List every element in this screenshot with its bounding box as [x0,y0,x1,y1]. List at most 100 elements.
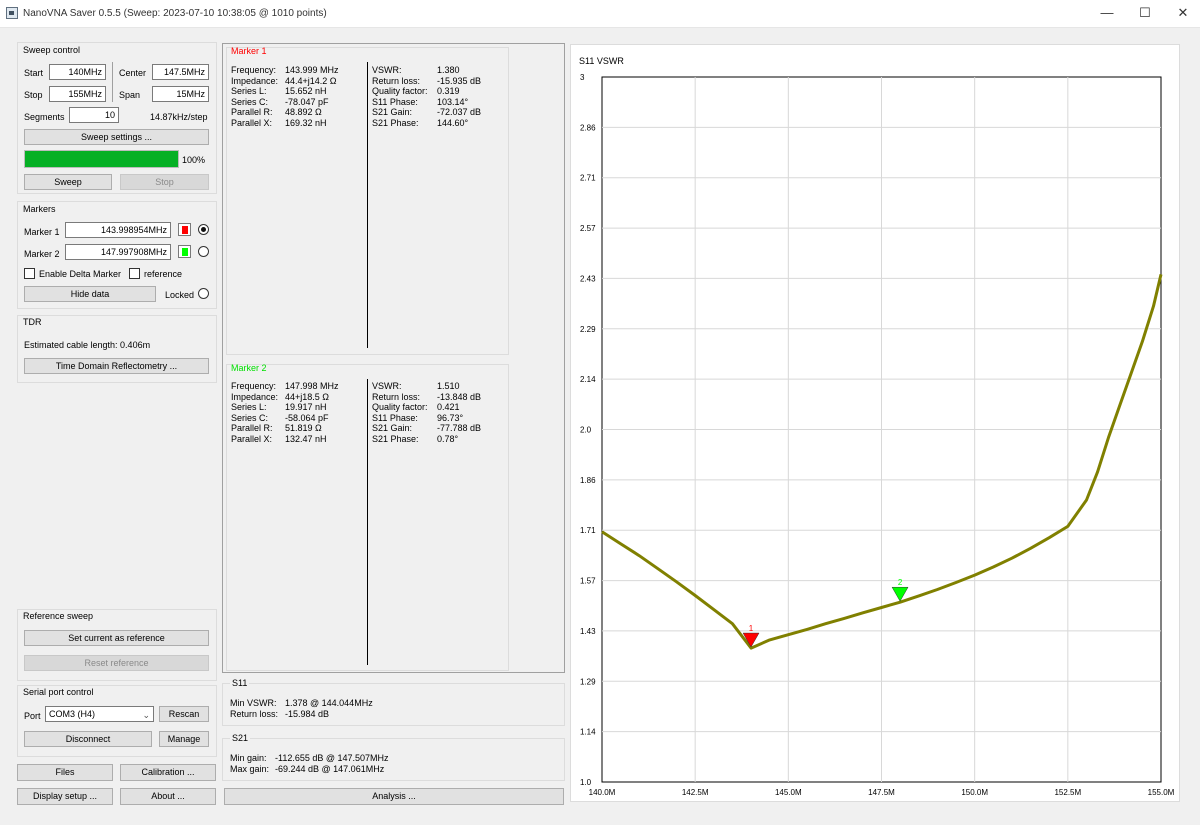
y-tick-label: 1.57 [580,577,596,586]
span-field[interactable]: 15MHz [152,86,209,102]
cable-length-text: Estimated cable length: 0.406m [24,340,151,350]
sweep-progress-text: 100% [182,155,206,165]
chevron-down-icon: ⌄ [142,710,150,720]
marker1-info-row-label: Parallel R: [231,107,273,117]
marker2-color-swatch[interactable] [178,245,191,258]
markers-title: Markers [23,204,56,214]
marker1-info-row-label: Parallel X: [231,117,273,128]
marker1-info-title: Marker 1 [231,46,267,56]
marker1-radio[interactable] [198,224,209,235]
marker1-info-row-value: 169.32 nH [285,117,327,128]
y-tick-label: 2.29 [580,325,596,334]
sweep-separator [112,62,113,102]
x-tick-label: 155.0M [1148,788,1175,797]
marker2-info-row-value: 1.510 [437,381,460,391]
marker1-info-row-label: Frequency: [231,65,277,75]
delta-marker-checkbox[interactable] [24,268,35,279]
marker1-info-row-value: -15.935 dB [437,75,482,86]
sweep-progress-bar [24,150,179,168]
marker1-info-row-label: S21 Phase: [372,117,419,128]
y-tick-label: 1.86 [580,476,596,485]
sweep-settings-button[interactable]: Sweep settings ... [24,129,209,145]
center-label: Center [119,68,147,78]
display-setup-button[interactable]: Display setup ... [17,788,113,805]
marker2-info-row-label: Return loss: [372,391,421,402]
center-field[interactable]: 147.5MHz [152,64,209,80]
y-tick-label: 1.29 [580,677,596,686]
s21-summary-row-label: Max gain: [230,763,270,774]
title-bar: NanoVNA Saver 0.5.5 (Sweep: 2023-07-10 1… [0,0,1200,28]
marker2-info-row-value: 19.917 nH [285,402,327,412]
marker2-radio[interactable] [198,246,209,257]
marker2-info-row-value: -58.064 pF [285,412,329,423]
marker1-info-row-value: -78.047 pF [285,96,329,107]
tdr-button[interactable]: Time Domain Reflectometry ... [24,358,209,374]
x-tick-label: 150.0M [961,788,988,797]
marker1-info-row-value: 144.60° [437,117,469,128]
hide-data-button[interactable]: Hide data [24,286,156,302]
locked-label: Locked [165,290,195,300]
window-title: NanoVNA Saver 0.5.5 (Sweep: 2023-07-10 1… [23,8,327,19]
stop-label: Stop [24,90,43,100]
marker2-info-row-label: Series L: [231,402,267,412]
marker2-info-row-label: S11 Phase: [372,412,418,423]
marker2-info-divider [367,379,368,665]
about-button[interactable]: About ... [120,788,216,805]
s11-summary-row-value: 1.378 @ 144.044MHz [285,698,373,708]
port-select[interactable]: COM3 (H4) ⌄ [45,706,154,722]
marker2-info-row-value: 96.73° [437,412,464,423]
sweep-button[interactable]: Sweep [24,174,112,190]
locked-radio[interactable] [198,288,209,299]
files-button[interactable]: Files [17,764,113,781]
marker2-info-row-label: S21 Gain: [372,423,413,433]
marker2-frequency-field[interactable]: 147.997908MHz [65,244,171,260]
segments-field[interactable]: 10 [69,107,119,123]
y-tick-label: 2.43 [580,274,596,283]
marker1-info-row-value: 0.319 [437,86,460,96]
marker1-info-row-label: Return loss: [372,75,421,86]
set-reference-button[interactable]: Set current as reference [24,630,209,646]
marker2-label: Marker 2 [24,249,60,259]
stop-field[interactable]: 155MHz [49,86,106,102]
vswr-chart-panel[interactable]: S11 VSWR 3 2.86 2.71 2.57 2.43 2.29 2.14 2.0 1.86… [570,44,1180,802]
reference-checkbox[interactable] [129,268,140,279]
marker1-info-row-label: Impedance: [231,75,279,86]
y-tick-label: 2.71 [580,174,596,183]
marker1-info-row-label: Series C: [231,96,269,107]
marker2-info-row-value: 132.47 nH [285,433,327,444]
s11-summary-row-label: Return loss: [230,708,279,719]
marker2-info-row-label: Impedance: [231,391,279,402]
s21-summary-row-value: -112.655 dB @ 147.507MHz [275,753,389,763]
x-tick-label: 142.5M [682,788,709,797]
s21-summary-row-label: Min gain: [230,753,267,763]
stop-button[interactable]: Stop [120,174,209,190]
y-tick-label: 2.14 [580,375,596,384]
sweep-progress-fill [25,151,178,167]
marker2-info-row-label: Series C: [231,412,269,423]
minimize-button[interactable]: — [1092,4,1122,22]
x-tick-label: 152.5M [1054,788,1081,797]
y-tick-label: 1.71 [580,526,596,535]
analysis-button[interactable]: Analysis ... [224,788,564,805]
manage-button[interactable]: Manage [159,731,209,747]
s11-summary-title: S11 [230,678,250,688]
vswr-chart[interactable]: S11 VSWR 3 2.86 2.71 2.57 2.43 2.29 2.14 2.0 1.86… [571,45,1179,801]
segments-label: Segments [24,112,65,122]
marker1-info-row-label: S11 Phase: [372,96,418,107]
marker2-info-row-value: 0.78° [437,433,459,444]
disconnect-button[interactable]: Disconnect [24,731,152,747]
start-field[interactable]: 140MHz [49,64,106,80]
chart-title: S11 VSWR [579,56,624,66]
close-button[interactable]: ✕ [1168,4,1198,22]
calibration-button[interactable]: Calibration ... [120,764,216,781]
marker1-info-row-value: 143.999 MHz [285,65,339,75]
reference-sweep-title: Reference sweep [23,611,94,621]
s11-summary-group: S11 Min VSWR: 1.378 @ 144.044MHz Return lo… [222,678,565,726]
marker2-info-row-value: -13.848 dB [437,391,482,402]
maximize-button[interactable]: ☐ [1130,4,1160,22]
marker1-color-swatch[interactable] [178,223,191,236]
rescan-button[interactable]: Rescan [159,706,209,722]
x-tick-label: 140.0M [589,788,616,797]
marker1-frequency-field[interactable]: 143.998954MHz [65,222,171,238]
reset-reference-button[interactable]: Reset reference [24,655,209,671]
